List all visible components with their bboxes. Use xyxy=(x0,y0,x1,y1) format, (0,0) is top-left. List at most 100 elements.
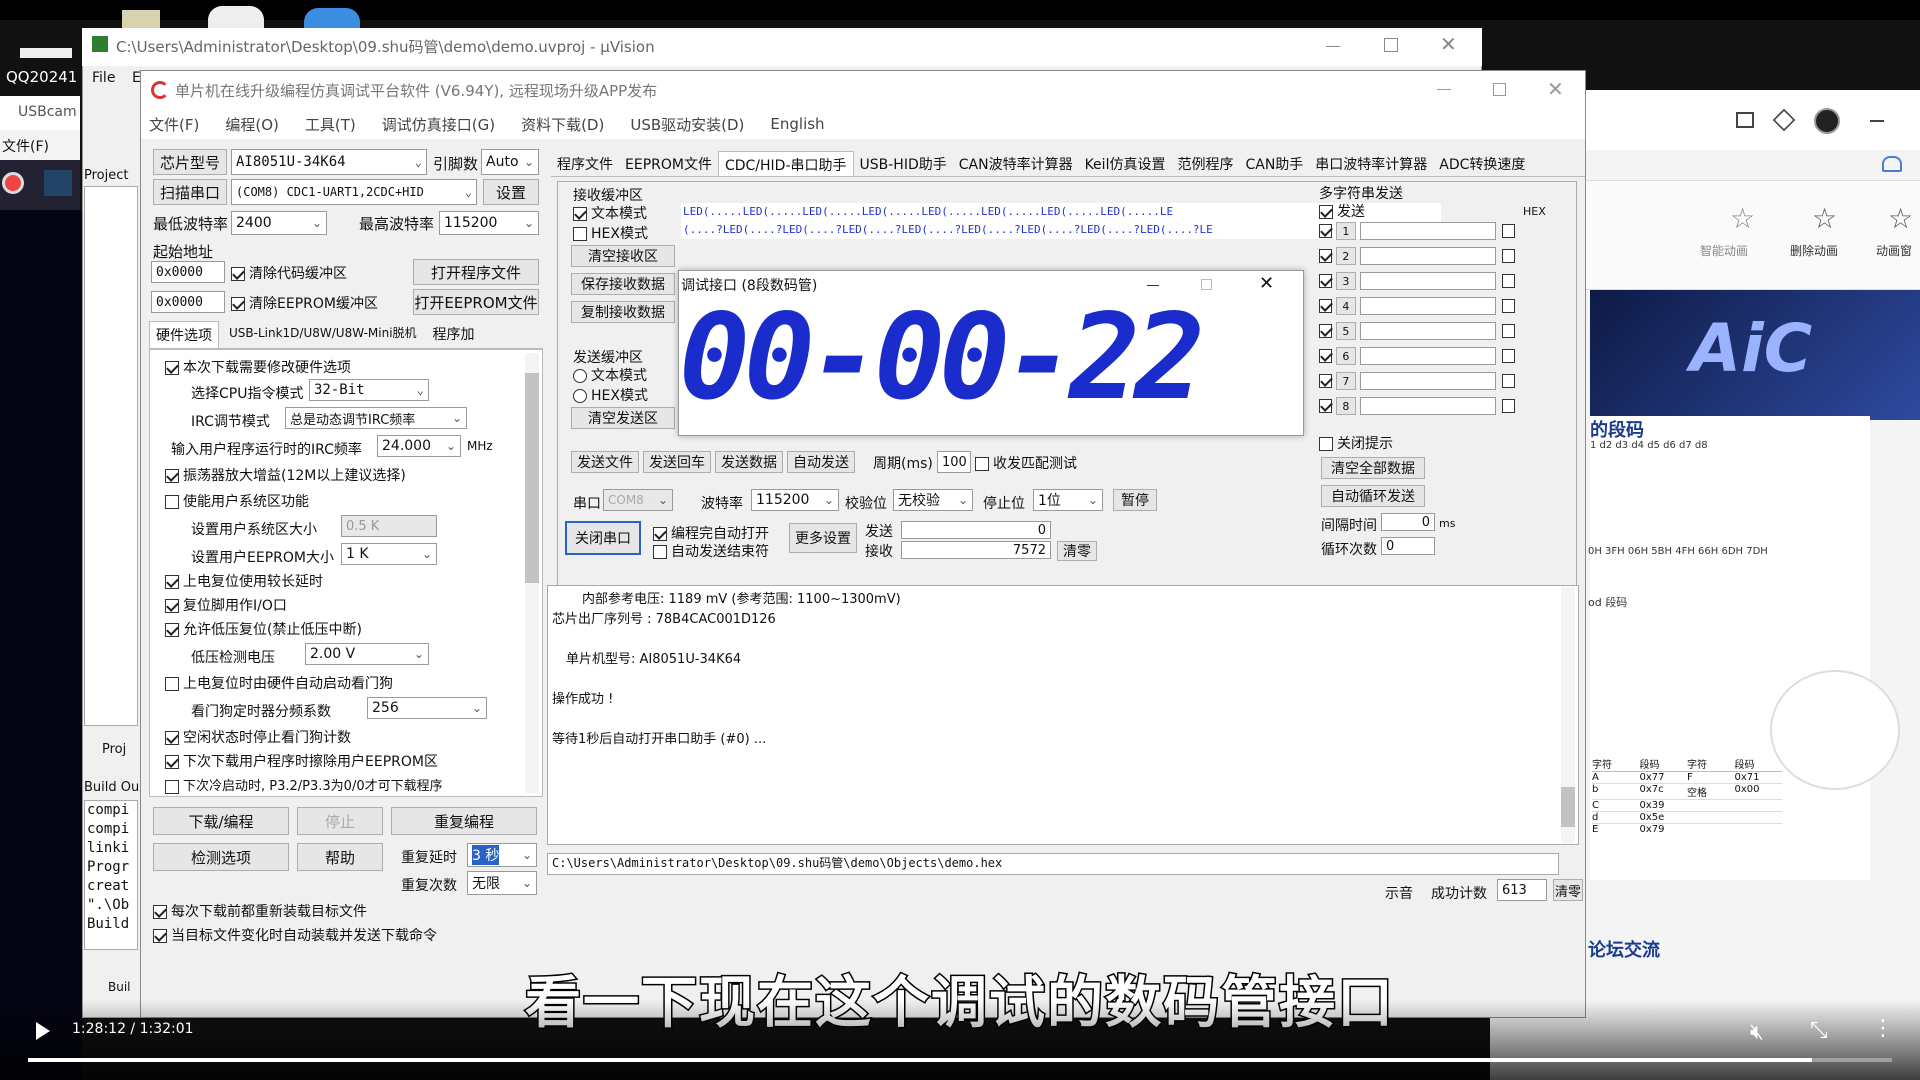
menu-program[interactable]: 编程(O) xyxy=(225,114,279,135)
clear-success-button[interactable]: 清零 xyxy=(1553,879,1583,901)
opt-user-sys[interactable]: 使能用户系统区功能 xyxy=(165,491,309,511)
loop-input[interactable]: 0 xyxy=(1381,537,1435,555)
row-checkbox[interactable] xyxy=(1319,324,1332,338)
progress-track[interactable] xyxy=(28,1058,1892,1062)
auto-end-checkbox[interactable]: 自动发送结束符 xyxy=(653,541,769,561)
row-send-button[interactable]: 6 xyxy=(1335,347,1356,365)
irc-freq-select[interactable]: 24.000 xyxy=(377,435,461,457)
uv-proj-tab[interactable]: Proj xyxy=(102,742,126,757)
chip-model-select[interactable]: AI8051U-34K64 xyxy=(231,149,427,175)
row-checkbox[interactable] xyxy=(1319,274,1332,288)
irc-mode-select[interactable]: 总是动态调节IRC频率 xyxy=(285,407,467,429)
tool-anim-pane[interactable]: 动画窗 xyxy=(1876,242,1912,259)
row-checkbox[interactable] xyxy=(1319,349,1332,363)
download-button[interactable]: 下载/编程 xyxy=(153,807,289,835)
user-eeprom-select[interactable]: 1 K xyxy=(341,543,437,565)
row-send-button[interactable]: 1 xyxy=(1335,222,1356,240)
hex-checkbox[interactable] xyxy=(1502,374,1515,388)
chip-model-button[interactable]: 芯片型号 xyxy=(153,149,227,175)
open-eeprom-button[interactable]: 打开EEPROM文件 xyxy=(413,289,539,315)
row-send-button[interactable]: 4 xyxy=(1335,297,1356,315)
send-data-button[interactable]: 发送数据 xyxy=(715,451,783,473)
seg-max[interactable] xyxy=(1201,279,1212,290)
cpu-mode-select[interactable]: 32-Bit xyxy=(309,379,429,401)
clear-counts-button[interactable]: 清零 xyxy=(1057,541,1097,561)
stc-close-icon[interactable]: ✕ xyxy=(1547,77,1564,101)
tab-can-baud[interactable]: CAN波特率计算器 xyxy=(953,151,1079,176)
tool-delete-anim[interactable]: 删除动画 xyxy=(1790,242,1838,259)
settings-button[interactable]: 设置 xyxy=(483,179,539,205)
row-checkbox[interactable] xyxy=(1319,224,1332,238)
row-input[interactable] xyxy=(1359,297,1497,315)
pin-count-select[interactable]: Auto xyxy=(481,149,539,175)
tab-usb-hid[interactable]: USB-HID助手 xyxy=(854,151,953,176)
tab-serial-assistant[interactable]: CDC/HID-串口助手 xyxy=(717,151,854,176)
opt-reset-io[interactable]: 复位脚用作I/O口 xyxy=(165,595,287,615)
auto-open-checkbox[interactable]: 编程完自动打开 xyxy=(653,523,769,543)
seg-close-icon[interactable]: ✕ xyxy=(1259,273,1274,294)
period-input[interactable]: 100 xyxy=(937,451,971,473)
row-send-button[interactable]: 5 xyxy=(1335,322,1356,340)
baud-select[interactable]: 115200 xyxy=(751,489,839,511)
interval-input[interactable]: 0 xyxy=(1381,513,1435,531)
opt-reload-each[interactable]: 每次下载前都重新装载目标文件 xyxy=(153,901,367,921)
hex-checkbox[interactable] xyxy=(1502,349,1515,363)
more-icon[interactable]: ⋮ xyxy=(1872,1016,1894,1041)
row-input[interactable] xyxy=(1359,247,1497,265)
opt-long-delay[interactable]: 上电复位使用较长延时 xyxy=(165,571,323,591)
row-input[interactable] xyxy=(1359,372,1497,390)
start-addr-input-2[interactable]: 0x0000 xyxy=(151,291,225,313)
row-input[interactable] xyxy=(1359,322,1497,340)
play-icon[interactable] xyxy=(36,1022,50,1040)
clear-recv-button[interactable]: 清空接收区 xyxy=(571,245,675,267)
hex-checkbox[interactable] xyxy=(1502,249,1515,263)
row-send-button[interactable]: 8 xyxy=(1335,397,1356,415)
parity-select[interactable]: 无校验 xyxy=(893,489,973,511)
min-baud-select[interactable]: 2400 xyxy=(231,211,327,235)
stc-min[interactable] xyxy=(1437,89,1451,90)
opt-osc-gain[interactable]: 振荡器放大增益(12M以上建议选择) xyxy=(165,465,406,485)
exit-fullscreen-icon[interactable]: ⤡ xyxy=(1810,1018,1828,1043)
menu-english[interactable]: English xyxy=(770,115,824,133)
uv-close-icon[interactable]: ✕ xyxy=(1440,32,1457,56)
hex-checkbox[interactable] xyxy=(1502,274,1515,288)
recv-match-checkbox[interactable]: 收发匹配测试 xyxy=(975,453,1077,473)
close-hint-checkbox[interactable]: 关闭提示 xyxy=(1319,433,1393,453)
send-text-mode[interactable]: 文本模式 xyxy=(573,365,647,385)
uv-max[interactable] xyxy=(1384,38,1398,52)
tab-keil-sim[interactable]: Keil仿真设置 xyxy=(1079,151,1172,176)
seg-min[interactable] xyxy=(1147,285,1159,286)
row-checkbox[interactable] xyxy=(1319,399,1332,413)
tab-uart-baud[interactable]: 串口波特率计算器 xyxy=(1309,151,1433,176)
stc-max[interactable] xyxy=(1493,83,1506,96)
multi-send-checkbox[interactable]: 发送 xyxy=(1319,201,1365,221)
opt-cold-boot[interactable]: 下次冷启动时, P3.2/P3.3为0/0才可下载程序 xyxy=(165,775,443,794)
uv-menu-file[interactable]: File xyxy=(92,70,115,86)
log-scrollbar[interactable] xyxy=(1561,587,1575,843)
tab-eeprom-file[interactable]: EEPROM文件 xyxy=(619,151,718,176)
check-options-button[interactable]: 检测选项 xyxy=(153,843,289,871)
opt-lvd-reset[interactable]: 允许低压复位(禁止低压中断) xyxy=(165,619,362,639)
send-enter-button[interactable]: 发送回车 xyxy=(643,451,711,473)
tab-program-file[interactable]: 程序文件 xyxy=(551,151,619,176)
save-recv-button[interactable]: 保存接收数据 xyxy=(571,273,675,295)
hex-checkbox[interactable] xyxy=(1502,224,1515,238)
reprogram-button[interactable]: 重复编程 xyxy=(391,807,537,835)
row-input[interactable] xyxy=(1359,272,1497,290)
clear-send-button[interactable]: 清空发送区 xyxy=(571,407,675,429)
clear-code-checkbox[interactable]: 清除代码缓冲区 xyxy=(231,263,347,283)
tool-smart-anim[interactable]: 智能动画 xyxy=(1700,242,1748,259)
tab-adc-speed[interactable]: ADC转换速度 xyxy=(1433,151,1531,176)
opt-erase-eeprom[interactable]: 下次下载用户程序时擦除用户EEPROM区 xyxy=(165,751,438,771)
row-input[interactable] xyxy=(1359,347,1497,365)
menu-file[interactable]: 文件(F) xyxy=(149,114,199,135)
row-checkbox[interactable] xyxy=(1319,249,1332,263)
uv-min[interactable] xyxy=(1326,46,1340,47)
clear-all-button[interactable]: 清空全部数据 xyxy=(1321,457,1425,479)
row-send-button[interactable]: 3 xyxy=(1335,272,1356,290)
menu-usb-driver[interactable]: USB驱动安装(D) xyxy=(630,114,744,135)
open-program-button[interactable]: 打开程序文件 xyxy=(413,259,539,285)
tab-can-helper[interactable]: CAN助手 xyxy=(1239,151,1309,176)
close-port-button[interactable]: 关闭串口 xyxy=(565,521,641,555)
stopbits-select[interactable]: 1位 xyxy=(1033,489,1103,511)
